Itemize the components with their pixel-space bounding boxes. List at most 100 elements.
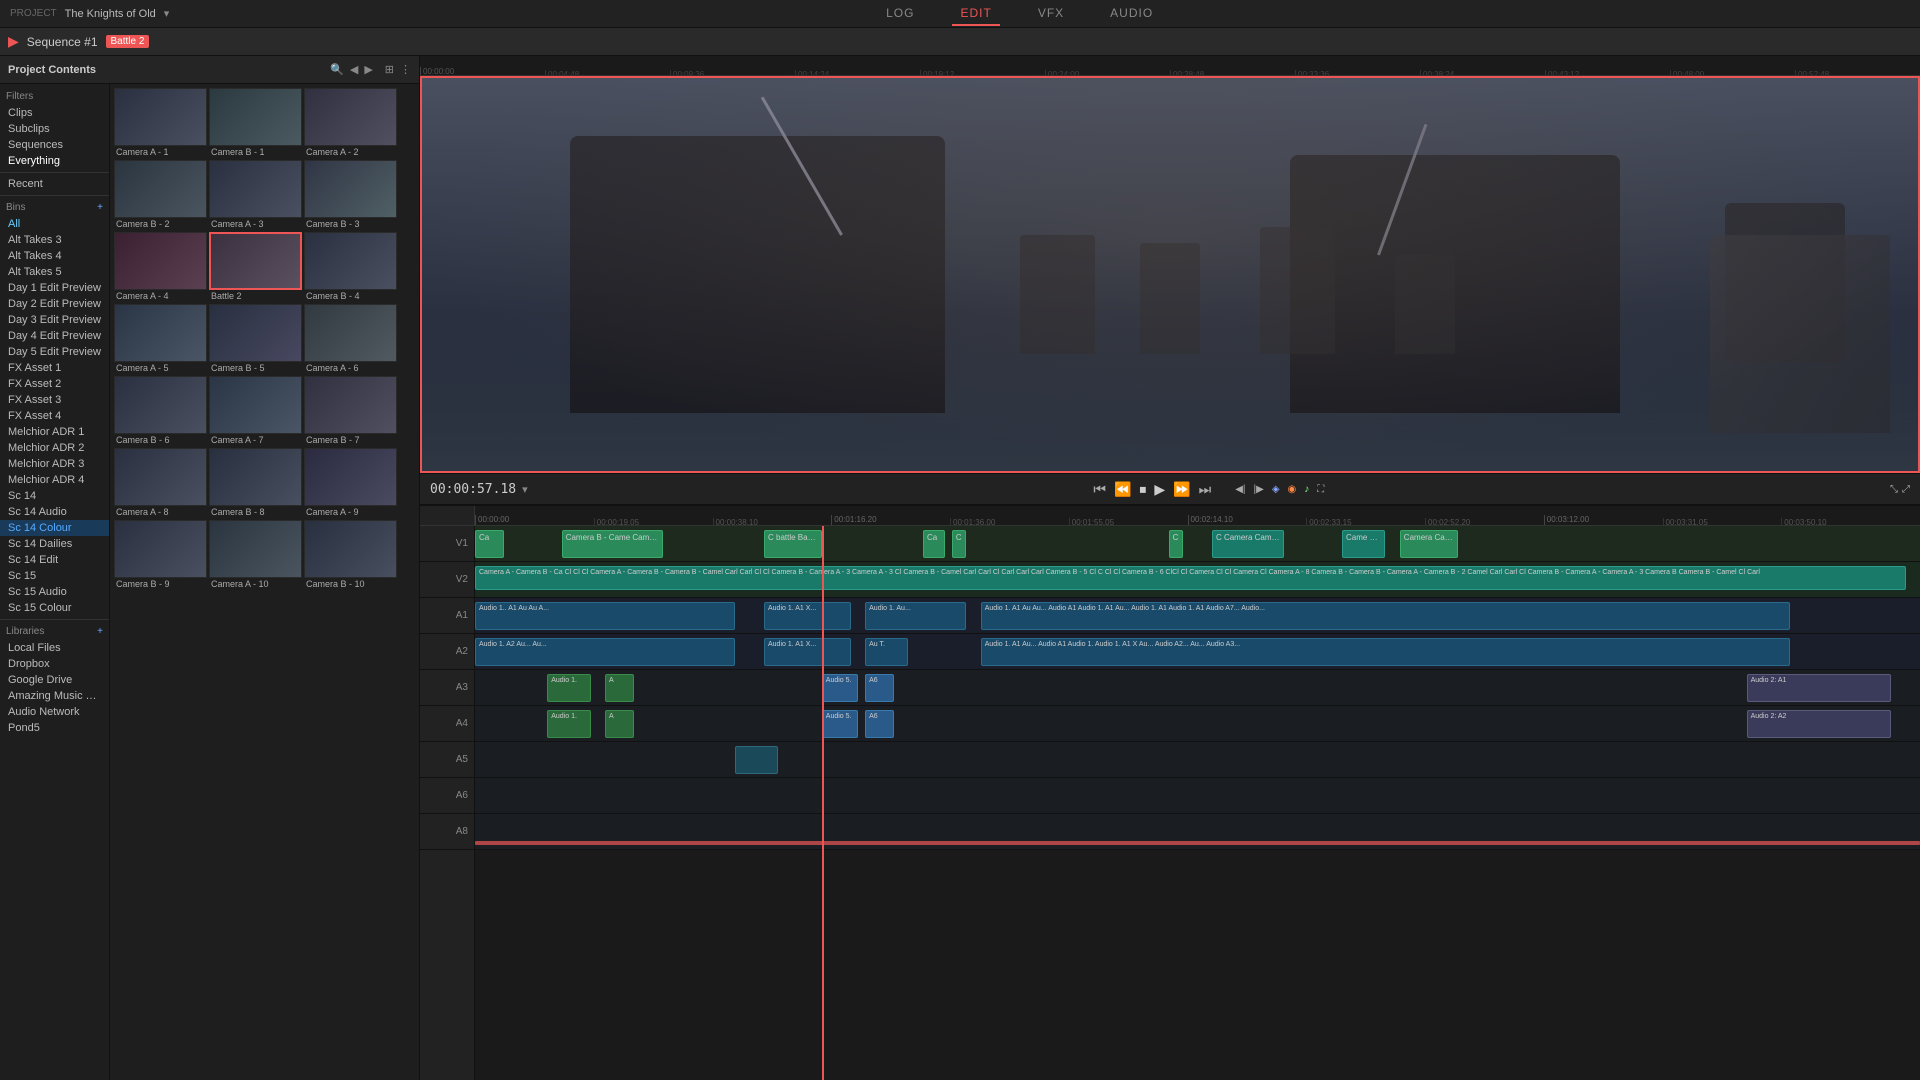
clip-a5-1[interactable] (735, 746, 778, 774)
sidebar-bin-fx4[interactable]: FX Asset 4 (0, 408, 109, 424)
playhead[interactable] (822, 526, 824, 1080)
clip-a3-2[interactable]: A (605, 674, 634, 702)
clip-a4-audio2a2[interactable]: Audio 2: A2 (1747, 710, 1892, 738)
media-item-camera-b4[interactable]: Camera B - 4 (304, 232, 397, 302)
trim-button[interactable]: ◈ (1272, 484, 1280, 495)
clip-v1-8[interactable]: Came Carl Carl (1342, 530, 1385, 558)
in-point-button[interactable]: ◀| (1235, 484, 1245, 495)
sequence-badge[interactable]: Battle 2 (106, 35, 150, 48)
sidebar-bin-alt5[interactable]: Alt Takes 5 (0, 264, 109, 280)
chevron-down-icon[interactable]: ▾ (164, 7, 170, 20)
color-button[interactable]: ◉ (1288, 484, 1297, 495)
media-item-camera-a9[interactable]: Camera A - 9 (304, 448, 397, 518)
sidebar-bin-all[interactable]: All (0, 216, 109, 232)
clip-a2-4[interactable]: Audio 1. A1 Au... Audio A1 Audio 1. Audi… (981, 638, 1790, 666)
sidebar-bin-alt4[interactable]: Alt Takes 4 (0, 248, 109, 264)
clip-v1-2[interactable]: Camera B - Came Camera B (562, 530, 663, 558)
play-button[interactable]: ▶ (1154, 481, 1165, 498)
clip-a1-big[interactable]: Audio 1. A1 Au Au... Audio A1 Audio 1. A… (981, 602, 1790, 630)
sidebar-bin-adr1[interactable]: Melchior ADR 1 (0, 424, 109, 440)
clip-a4-3[interactable]: Audio 5. (822, 710, 858, 738)
sidebar-bin-fx2[interactable]: FX Asset 2 (0, 376, 109, 392)
audio-button[interactable]: ♪ (1304, 484, 1309, 495)
media-item-camera-b10[interactable]: Camera B - 10 (304, 520, 397, 590)
sidebar-bin-alt3[interactable]: Alt Takes 3 (0, 232, 109, 248)
back-icon[interactable]: ◀ (350, 63, 358, 76)
tab-audio[interactable]: AUDIO (1102, 2, 1161, 26)
add-library-icon[interactable]: + (97, 626, 103, 637)
media-item-camera-a10[interactable]: Camera A - 10 (209, 520, 302, 590)
stop-button[interactable]: ⏹ (1139, 481, 1146, 498)
media-item-camera-a1[interactable]: Camera A - 1 (114, 88, 207, 158)
zoom-in-button[interactable]: ⤢ (1902, 484, 1910, 495)
media-item-battle2[interactable]: Battle 2 (209, 232, 302, 302)
clip-v1-9[interactable]: Camera Carl Carl (1400, 530, 1458, 558)
timecode-dropdown[interactable]: ▾ (522, 483, 528, 496)
clip-v1-4[interactable]: Ca (923, 530, 945, 558)
media-item-camera-a8[interactable]: Camera A - 8 (114, 448, 207, 518)
clip-a4-1[interactable]: Audio 1. (547, 710, 590, 738)
sidebar-bin-sc15colour[interactable]: Sc 15 Colour (0, 600, 109, 616)
sidebar-bin-sc14colour[interactable]: Sc 14 Colour (0, 520, 109, 536)
clip-v1-7[interactable]: C Camera Camera (1212, 530, 1284, 558)
clip-v2-full[interactable]: Camera A - Camera B - Ca Cl Cl Cl Camera… (475, 566, 1906, 590)
out-point-button[interactable]: |▶ (1254, 484, 1264, 495)
media-item-camera-a4[interactable]: Camera A - 4 (114, 232, 207, 302)
more-options-icon[interactable]: ⋮ (400, 63, 411, 76)
step-back-button[interactable]: ⏪ (1114, 481, 1131, 498)
media-item-camera-b7[interactable]: Camera B - 7 (304, 376, 397, 446)
go-to-end-button[interactable]: ⏭ (1199, 481, 1212, 498)
sidebar-bin-sc14edit[interactable]: Sc 14 Edit (0, 552, 109, 568)
sidebar-bin-sc15[interactable]: Sc 15 (0, 568, 109, 584)
sidebar-lib-music[interactable]: Amazing Music Tracks (0, 688, 109, 704)
media-item-camera-b6[interactable]: Camera B - 6 (114, 376, 207, 446)
view-options-icon[interactable]: ⊞ (385, 63, 394, 76)
clip-a2-2[interactable]: Audio 1. A1 X... (764, 638, 851, 666)
sidebar-bin-fx1[interactable]: FX Asset 1 (0, 360, 109, 376)
clip-a3-1[interactable]: Audio 1. (547, 674, 590, 702)
media-item-camera-b9[interactable]: Camera B - 9 (114, 520, 207, 590)
clip-a4-2[interactable]: A (605, 710, 634, 738)
sidebar-bin-adr3[interactable]: Melchior ADR 3 (0, 456, 109, 472)
clip-a3-audio2a1[interactable]: Audio 2: A1 (1747, 674, 1892, 702)
sidebar-bin-fx3[interactable]: FX Asset 3 (0, 392, 109, 408)
clip-a1-1[interactable]: Audio 1.. A1 Au Au A... (475, 602, 735, 630)
clip-a1-2[interactable]: Audio 1. A1 X... (764, 602, 851, 630)
media-item-camera-b3[interactable]: Camera B - 3 (304, 160, 397, 230)
forward-icon[interactable]: ▶ (364, 63, 372, 76)
add-bin-icon[interactable]: + (97, 202, 103, 213)
go-to-start-button[interactable]: ⏮ (1093, 481, 1106, 498)
step-forward-button[interactable]: ⏩ (1173, 481, 1190, 498)
tab-edit[interactable]: EDIT (952, 2, 999, 26)
sidebar-bin-sc14dailies[interactable]: Sc 14 Dailies (0, 536, 109, 552)
media-item-camera-a7[interactable]: Camera A - 7 (209, 376, 302, 446)
clip-v1-6[interactable]: C (1169, 530, 1183, 558)
sidebar-bin-day2[interactable]: Day 2 Edit Preview (0, 296, 109, 312)
sidebar-bin-sc14audio[interactable]: Sc 14 Audio (0, 504, 109, 520)
search-icon[interactable]: 🔍 (330, 63, 344, 76)
sidebar-item-subclips[interactable]: Subclips (0, 121, 109, 137)
media-item-camera-a2[interactable]: Camera A - 2 (304, 88, 397, 158)
sidebar-lib-pond5[interactable]: Pond5 (0, 720, 109, 736)
clip-v1-3[interactable]: C battle Battle 2 (764, 530, 822, 558)
sidebar-lib-local[interactable]: Local Files (0, 640, 109, 656)
media-item-camera-a3[interactable]: Camera A - 3 (209, 160, 302, 230)
clip-a2-1[interactable]: Audio 1. A2 Au... Au... (475, 638, 735, 666)
sidebar-item-everything[interactable]: Everything (0, 153, 109, 169)
tab-vfx[interactable]: VFX (1030, 2, 1072, 26)
sidebar-item-sequences[interactable]: Sequences (0, 137, 109, 153)
sidebar-bin-day5[interactable]: Day 5 Edit Preview (0, 344, 109, 360)
sidebar-bin-day1[interactable]: Day 1 Edit Preview (0, 280, 109, 296)
media-item-camera-a6[interactable]: Camera A - 6 (304, 304, 397, 374)
media-item-camera-b8[interactable]: Camera B - 8 (209, 448, 302, 518)
clip-v1-5[interactable]: C (952, 530, 966, 558)
sidebar-bin-day4[interactable]: Day 4 Edit Preview (0, 328, 109, 344)
clip-a3-3[interactable]: Audio 5. (822, 674, 858, 702)
sidebar-bin-sc15audio[interactable]: Sc 15 Audio (0, 584, 109, 600)
media-item-camera-b2[interactable]: Camera B - 2 (114, 160, 207, 230)
media-item-camera-b5[interactable]: Camera B - 5 (209, 304, 302, 374)
sidebar-lib-dropbox[interactable]: Dropbox (0, 656, 109, 672)
sidebar-item-recent[interactable]: Recent (0, 176, 109, 192)
media-item-camera-a5[interactable]: Camera A - 5 (114, 304, 207, 374)
clip-a3-4[interactable]: A6 (865, 674, 894, 702)
